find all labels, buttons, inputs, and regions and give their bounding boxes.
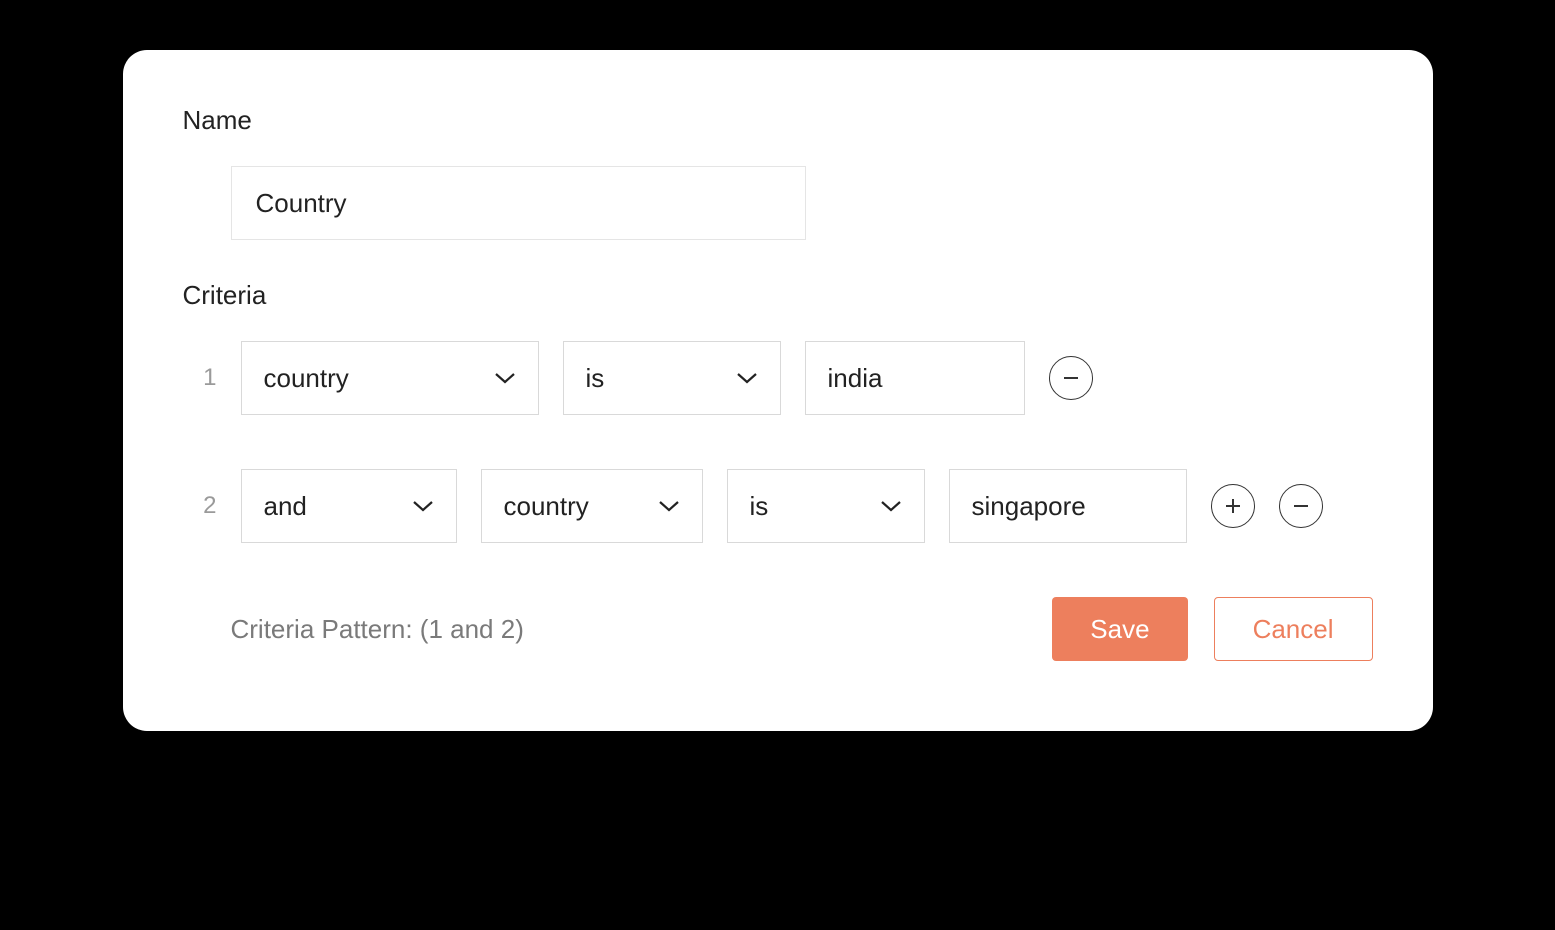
row-number: 1 — [183, 364, 217, 392]
minus-icon — [1292, 497, 1310, 515]
criteria-pattern-text: Criteria Pattern: (1 and 2) — [231, 614, 524, 645]
chevron-down-icon — [736, 371, 758, 385]
chevron-down-icon — [494, 371, 516, 385]
name-input[interactable] — [231, 166, 806, 240]
criteria-row: 2 and country is — [183, 469, 1373, 543]
criteria-editor-card: Name Criteria 1 country is — [123, 50, 1433, 731]
footer-actions: Save Cancel — [1052, 597, 1372, 661]
footer: Criteria Pattern: (1 and 2) Save Cancel — [183, 597, 1373, 661]
chevron-down-icon — [412, 499, 434, 513]
field-select-value: country — [264, 363, 349, 394]
criteria-label: Criteria — [183, 280, 1373, 311]
minus-icon — [1062, 369, 1080, 387]
criteria-row: 1 country is — [183, 341, 1373, 415]
chevron-down-icon — [658, 499, 680, 513]
operator-select-value: is — [586, 363, 605, 394]
criteria-rows: 1 country is 2 — [183, 341, 1373, 543]
chevron-down-icon — [880, 499, 902, 513]
field-select[interactable]: country — [241, 341, 539, 415]
value-input[interactable] — [949, 469, 1187, 543]
remove-row-button[interactable] — [1049, 356, 1093, 400]
logic-select[interactable]: and — [241, 469, 457, 543]
field-select-value: country — [504, 491, 589, 522]
save-button[interactable]: Save — [1052, 597, 1187, 661]
operator-select[interactable]: is — [563, 341, 781, 415]
plus-icon — [1224, 497, 1242, 515]
row-number: 2 — [183, 492, 217, 520]
cancel-button[interactable]: Cancel — [1214, 597, 1373, 661]
field-select[interactable]: country — [481, 469, 703, 543]
remove-row-button[interactable] — [1279, 484, 1323, 528]
name-label: Name — [183, 105, 1373, 136]
value-input[interactable] — [805, 341, 1025, 415]
add-row-button[interactable] — [1211, 484, 1255, 528]
operator-select[interactable]: is — [727, 469, 925, 543]
logic-select-value: and — [264, 491, 307, 522]
operator-select-value: is — [750, 491, 769, 522]
